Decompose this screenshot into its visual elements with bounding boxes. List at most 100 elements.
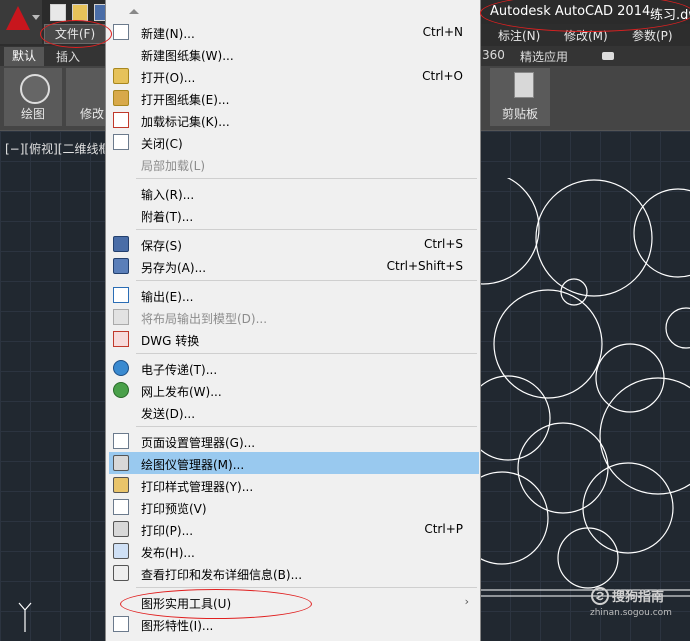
menu-item-shortcut: Ctrl+N	[422, 25, 463, 39]
menu-separator	[136, 280, 477, 281]
publish-icon	[113, 543, 129, 559]
menu-item-partial-load: 局部加载(L)	[109, 153, 479, 175]
circle-drawing	[478, 178, 690, 597]
watermark: 搜狗指南 zhinan.sogou.com	[588, 586, 683, 626]
menu-item-label: 打开(O)...	[141, 71, 196, 85]
print-icon	[113, 521, 129, 537]
menu-item-plot-details[interactable]: 查看打印和发布详细信息(B)...	[109, 562, 479, 584]
viewport-label[interactable]: [−][俯视][二维线框]	[5, 140, 115, 157]
menu-item-dwg-convert[interactable]: DWG 转换	[109, 328, 479, 350]
tab-default[interactable]: 默认	[4, 47, 44, 66]
menu-item-close[interactable]: 关闭(C)	[109, 131, 479, 153]
save-as-icon	[113, 258, 129, 274]
open-icon[interactable]	[72, 4, 88, 21]
menu-item-import[interactable]: 输入(R)...	[109, 182, 479, 204]
menu-item-save[interactable]: 保存(S) Ctrl+S	[109, 233, 479, 255]
menu-item-load-markup[interactable]: 加载标记集(K)...	[109, 109, 479, 131]
clipboard-icon	[514, 72, 534, 98]
tab-360[interactable]: 360	[482, 48, 505, 62]
autocad-logo-icon	[6, 6, 30, 30]
menu-item-shortcut: Ctrl+P	[424, 522, 463, 536]
menu-item-attach[interactable]: 附着(T)...	[109, 204, 479, 226]
close-document-icon	[113, 134, 129, 150]
plot-style-icon	[113, 477, 129, 493]
menu-item-new[interactable]: 新建(N)... Ctrl+N	[109, 21, 479, 43]
menu-item-label: 局部加载(L)	[141, 159, 206, 173]
menu-item-label: 附着(T)...	[141, 210, 194, 224]
file-menu: 新建(N)... Ctrl+N 新建图纸集(W)... 打开(O)... Ctr…	[105, 0, 481, 641]
tab-insert[interactable]: 插入	[56, 48, 80, 65]
menu-item-new-sheetset[interactable]: 新建图纸集(W)...	[109, 43, 479, 65]
menu-item-label: 新建图纸集(W)...	[141, 49, 234, 63]
tab-featured-apps[interactable]: 精选应用	[520, 48, 568, 65]
menu-item-label: 输出(E)...	[141, 290, 194, 304]
app-menu-button[interactable]	[0, 0, 42, 44]
menu-item-page-setup[interactable]: 页面设置管理器(G)...	[109, 430, 479, 452]
plot-details-icon	[113, 565, 129, 581]
menu-item-shortcut: Ctrl+Shift+S	[386, 259, 463, 273]
drawing-properties-icon	[113, 616, 129, 632]
modify-button[interactable]: 修改	[66, 68, 106, 126]
menu-item-export[interactable]: 输出(E)...	[109, 284, 479, 306]
ucs-axis-icon	[18, 602, 32, 632]
plotter-manager-icon	[113, 455, 129, 471]
modify-label: 修改	[79, 107, 104, 121]
page-setup-icon	[113, 433, 129, 449]
menu-item-label: 打开图纸集(E)...	[141, 93, 230, 107]
clipboard-label: 剪贴板	[501, 107, 538, 121]
scroll-up-icon[interactable]	[129, 9, 139, 14]
menu-separator	[136, 426, 477, 427]
menu-item-label: 保存(S)	[141, 239, 182, 253]
menu-item-label: DWG 转换	[141, 334, 200, 348]
clipboard-button[interactable]: 剪贴板	[490, 68, 550, 126]
menu-separator	[136, 229, 477, 230]
menu-item-publish-web[interactable]: 网上发布(W)...	[109, 379, 479, 401]
menu-item-send[interactable]: 发送(D)...	[109, 401, 479, 423]
menu-item-label: 将布局输出到模型(D)...	[141, 312, 268, 326]
menu-item-label: 查看打印和发布详细信息(B)...	[141, 568, 303, 582]
menu-item-publish[interactable]: 发布(H)...	[109, 540, 479, 562]
menu-item-label: 打印预览(V)	[141, 502, 207, 516]
menu-item-open[interactable]: 打开(O)... Ctrl+O	[109, 65, 479, 87]
chevron-down-icon	[32, 15, 40, 20]
draw-label: 绘图	[20, 107, 45, 121]
watermark-url: zhinan.sogou.com	[590, 608, 672, 618]
menu-item-label: 电子传递(T)...	[141, 363, 218, 377]
etransmit-icon	[113, 360, 129, 376]
print-preview-icon	[113, 499, 129, 515]
new-icon[interactable]	[50, 4, 66, 21]
menu-item-etransmit[interactable]: 电子传递(T)...	[109, 357, 479, 379]
watermark-text: 搜狗指南	[612, 590, 665, 605]
menu-item-plotter-manager[interactable]: 绘图仪管理器(M)...	[109, 452, 479, 474]
menu-item-label: 发布(H)...	[141, 546, 195, 560]
menu-item-label: 输入(R)...	[141, 188, 195, 202]
markup-set-icon	[113, 112, 129, 128]
draw-button[interactable]: 绘图	[4, 68, 62, 126]
publish-web-icon	[113, 382, 129, 398]
menu-item-label: 打印(P)...	[141, 524, 194, 538]
menu-separator	[136, 178, 477, 179]
menu-item-label: 绘图仪管理器(M)...	[141, 458, 245, 472]
menu-item-plot-style[interactable]: 打印样式管理器(Y)...	[109, 474, 479, 496]
annotation-ellipse-utilities	[120, 589, 312, 619]
menu-item-label: 关闭(C)	[141, 137, 183, 151]
chevron-right-icon: ›	[464, 595, 469, 608]
export-layout-icon	[113, 309, 129, 325]
menu-separator	[136, 587, 477, 588]
annotation-ellipse-file-menu	[40, 20, 112, 48]
new-document-icon	[113, 24, 129, 40]
menu-item-shortcut: Ctrl+O	[422, 69, 463, 83]
open-folder-icon	[113, 68, 129, 84]
open-sheetset-icon	[113, 90, 129, 106]
menu-item-label: 网上发布(W)...	[141, 385, 222, 399]
menu-separator	[136, 353, 477, 354]
menu-item-label: 图形特性(I)...	[141, 619, 214, 633]
menu-item-label: 页面设置管理器(G)...	[141, 436, 256, 450]
menu-item-print-preview[interactable]: 打印预览(V)	[109, 496, 479, 518]
menu-item-open-sheetset[interactable]: 打开图纸集(E)...	[109, 87, 479, 109]
menu-item-print[interactable]: 打印(P)... Ctrl+P	[109, 518, 479, 540]
tab-overflow-icon[interactable]	[602, 52, 614, 60]
save-disk-icon	[113, 236, 129, 252]
menu-item-save-as[interactable]: 另存为(A)... Ctrl+Shift+S	[109, 255, 479, 277]
menu-item-label: 另存为(A)...	[141, 261, 207, 275]
